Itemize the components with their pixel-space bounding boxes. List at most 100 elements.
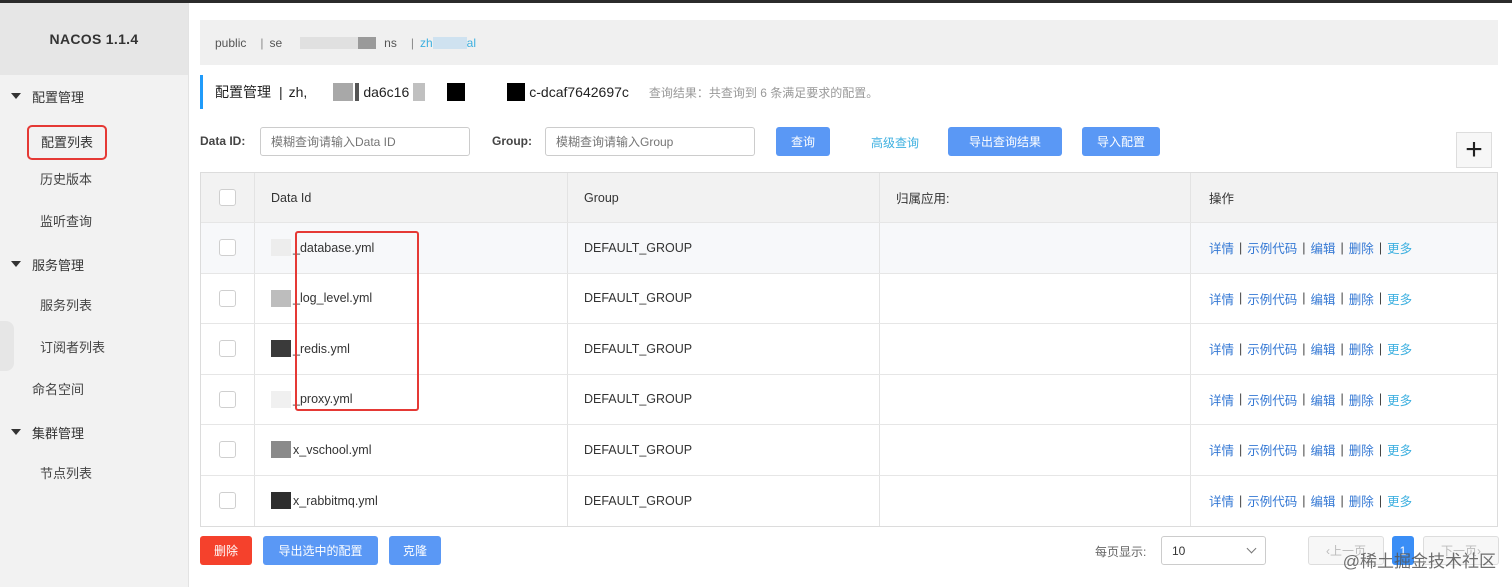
redacted-block [271, 340, 291, 358]
redacted-block [271, 492, 291, 510]
sidebar: NACOS 1.1.4 配置管理 配置列表 历史版本 监听查询 服务管理 服务列… [0, 3, 189, 587]
edit-link[interactable]: 编辑 [1311, 339, 1336, 358]
search-button[interactable]: 查询 [776, 127, 830, 156]
sample-code-link[interactable]: 示例代码 [1247, 289, 1297, 308]
delete-selected-button[interactable]: 删除 [200, 536, 252, 565]
advanced-search-link[interactable]: 高级查询 [871, 134, 919, 151]
export-results-button[interactable]: 导出查询结果 [948, 127, 1062, 156]
nav-group-label: 配置管理 [32, 89, 85, 105]
sample-code-link[interactable]: 示例代码 [1247, 238, 1297, 257]
detail-link[interactable]: 详情 [1209, 390, 1234, 409]
sidebar-item-history[interactable]: 历史版本 [40, 166, 92, 194]
table-row[interactable]: _log_level.yml DEFAULT_GROUP 详情 | 示例代码 | 编辑 | 删除… [201, 273, 1497, 324]
row-actions: 详情 | 示例代码 | 编辑 | 删除 | 更多 [1191, 223, 1497, 273]
sidebar-item-nodes[interactable]: 节点列表 [40, 460, 92, 488]
import-config-button[interactable]: 导入配置 [1082, 127, 1160, 156]
column-header-group[interactable]: Group [568, 173, 880, 222]
nav-group-service[interactable]: 服务管理 [0, 249, 84, 279]
export-selected-button[interactable]: 导出选中的配置 [263, 536, 378, 565]
page-title: 配置管理 [215, 84, 271, 100]
detail-link[interactable]: 详情 [1209, 491, 1234, 510]
select-all-checkbox[interactable] [219, 189, 236, 206]
edit-link[interactable]: 编辑 [1311, 238, 1336, 257]
nav-group-label: 服务管理 [32, 257, 85, 273]
namespace-id: zh, da6c16 c-dcaf7642697c [288, 83, 629, 101]
detail-link[interactable]: 详情 [1209, 238, 1234, 257]
row-actions: 详情 | 示例代码 | 编辑 | 删除 | 更多 [1191, 274, 1497, 324]
column-header-app[interactable]: 归属应用: [880, 173, 1191, 222]
namespace-2-tail: ns [384, 35, 397, 50]
group-cell: DEFAULT_GROUP [568, 374, 880, 424]
group-cell: DEFAULT_GROUP [568, 475, 880, 526]
sample-code-link[interactable]: 示例代码 [1247, 390, 1297, 409]
add-config-button[interactable]: + [1456, 132, 1492, 168]
redacted-block [358, 36, 377, 49]
row-checkbox[interactable] [219, 390, 236, 408]
clone-button[interactable]: 克隆 [389, 536, 441, 565]
nav-group-config[interactable]: 配置管理 [0, 81, 84, 111]
sidebar-item-config-list[interactable]: 配置列表 [27, 125, 108, 160]
more-link[interactable]: 更多 [1387, 289, 1412, 308]
sidebar-item-subscribers[interactable]: 订阅者列表 [40, 334, 105, 362]
plus-icon: + [1465, 133, 1483, 166]
edit-link[interactable]: 编辑 [1311, 491, 1336, 510]
table-row[interactable]: _redis.yml DEFAULT_GROUP 详情 | 示例代码 | 编辑 | 删除 | 更多 [201, 324, 1497, 375]
more-link[interactable]: 更多 [1387, 339, 1412, 358]
delete-link[interactable]: 删除 [1349, 491, 1374, 510]
row-actions: 详情 | 示例代码 | 编辑 | 删除 | 更多 [1191, 425, 1497, 475]
namespace-3-tail[interactable]: al [467, 36, 476, 50]
sample-code-link[interactable]: 示例代码 [1247, 491, 1297, 510]
page-size-label: 每页显示: [1095, 545, 1147, 559]
more-link[interactable]: 更多 [1387, 390, 1412, 409]
edit-link[interactable]: 编辑 [1311, 289, 1336, 308]
edit-link[interactable]: 编辑 [1311, 440, 1336, 459]
group-search-input[interactable] [545, 127, 755, 156]
table-row[interactable]: _proxy.yml DEFAULT_GROUP 详情 | 示例代码 | 编辑 | 删除 | 更多 [201, 374, 1497, 425]
row-actions: 详情 | 示例代码 | 编辑 | 删除 | 更多 [1191, 324, 1497, 374]
more-link[interactable]: 更多 [1387, 440, 1412, 459]
delete-link[interactable]: 删除 [1349, 390, 1374, 409]
sample-code-link[interactable]: 示例代码 [1247, 339, 1297, 358]
query-result-text: 查询结果：共查询到 6 条满足要求的配置。 [648, 85, 879, 100]
edit-link[interactable]: 编辑 [1311, 390, 1336, 409]
row-checkbox[interactable] [219, 289, 236, 307]
detail-link[interactable]: 详情 [1209, 440, 1234, 459]
data-id-cell: _database.yml [293, 240, 375, 255]
delete-link[interactable]: 删除 [1349, 339, 1374, 358]
row-actions: 详情 | 示例代码 | 编辑 | 删除 | 更多 [1191, 375, 1497, 425]
row-checkbox[interactable] [219, 239, 236, 257]
delete-link[interactable]: 删除 [1349, 440, 1374, 459]
row-checkbox[interactable] [219, 492, 236, 510]
more-link[interactable]: 更多 [1387, 491, 1412, 510]
detail-link[interactable]: 详情 [1209, 289, 1234, 308]
namespace-2[interactable]: se [269, 36, 282, 50]
namespace-3[interactable]: zh [420, 36, 433, 50]
table-row[interactable]: x_vschool.yml DEFAULT_GROUP 详情 | 示例代码 | 编辑 | 删除 |… [201, 425, 1497, 476]
sample-code-link[interactable]: 示例代码 [1247, 440, 1297, 459]
sidebar-item-service-list[interactable]: 服务列表 [40, 292, 92, 320]
row-checkbox[interactable] [219, 441, 236, 459]
delete-link[interactable]: 删除 [1349, 238, 1374, 257]
delete-link[interactable]: 删除 [1349, 289, 1374, 308]
redacted-block [271, 441, 291, 459]
sidebar-item-namespace[interactable]: 命名空间 [32, 376, 84, 404]
dataid-search-input[interactable] [260, 127, 470, 156]
redacted-block [355, 83, 360, 101]
table-row[interactable]: _database.yml DEFAULT_GROUP 详情 | 示例代码 | 编辑 | 删除 |… [201, 223, 1497, 274]
chevron-down-icon [1246, 543, 1257, 554]
more-link[interactable]: 更多 [1387, 238, 1412, 257]
page-size-select[interactable]: 10 [1161, 536, 1266, 565]
sidebar-item-listener[interactable]: 监听查询 [40, 208, 92, 236]
sidebar-collapse-handle[interactable] [0, 321, 14, 371]
table-body: _database.yml DEFAULT_GROUP 详情 | 示例代码 | 编辑 | 删除 |… [201, 223, 1497, 526]
data-id-cell: _log_level.yml [293, 291, 373, 306]
table-row[interactable]: x_rabbitmq.yml DEFAULT_GROUP 详情 | 示例代码 | 编辑 | 删除… [201, 475, 1497, 526]
namespace-public[interactable]: public [215, 36, 246, 50]
column-header-dataid[interactable]: Data Id [255, 173, 568, 222]
redacted-block [333, 83, 354, 101]
row-checkbox[interactable] [219, 340, 236, 358]
nav-group-cluster[interactable]: 集群管理 [0, 417, 84, 447]
main-content: public | se ns | zh al 配置管理 | zh, da6c16… [189, 3, 1512, 587]
detail-link[interactable]: 详情 [1209, 339, 1234, 358]
config-table: Data Id Group 归属应用: 操作 _database.yml DEFA… [200, 172, 1498, 527]
